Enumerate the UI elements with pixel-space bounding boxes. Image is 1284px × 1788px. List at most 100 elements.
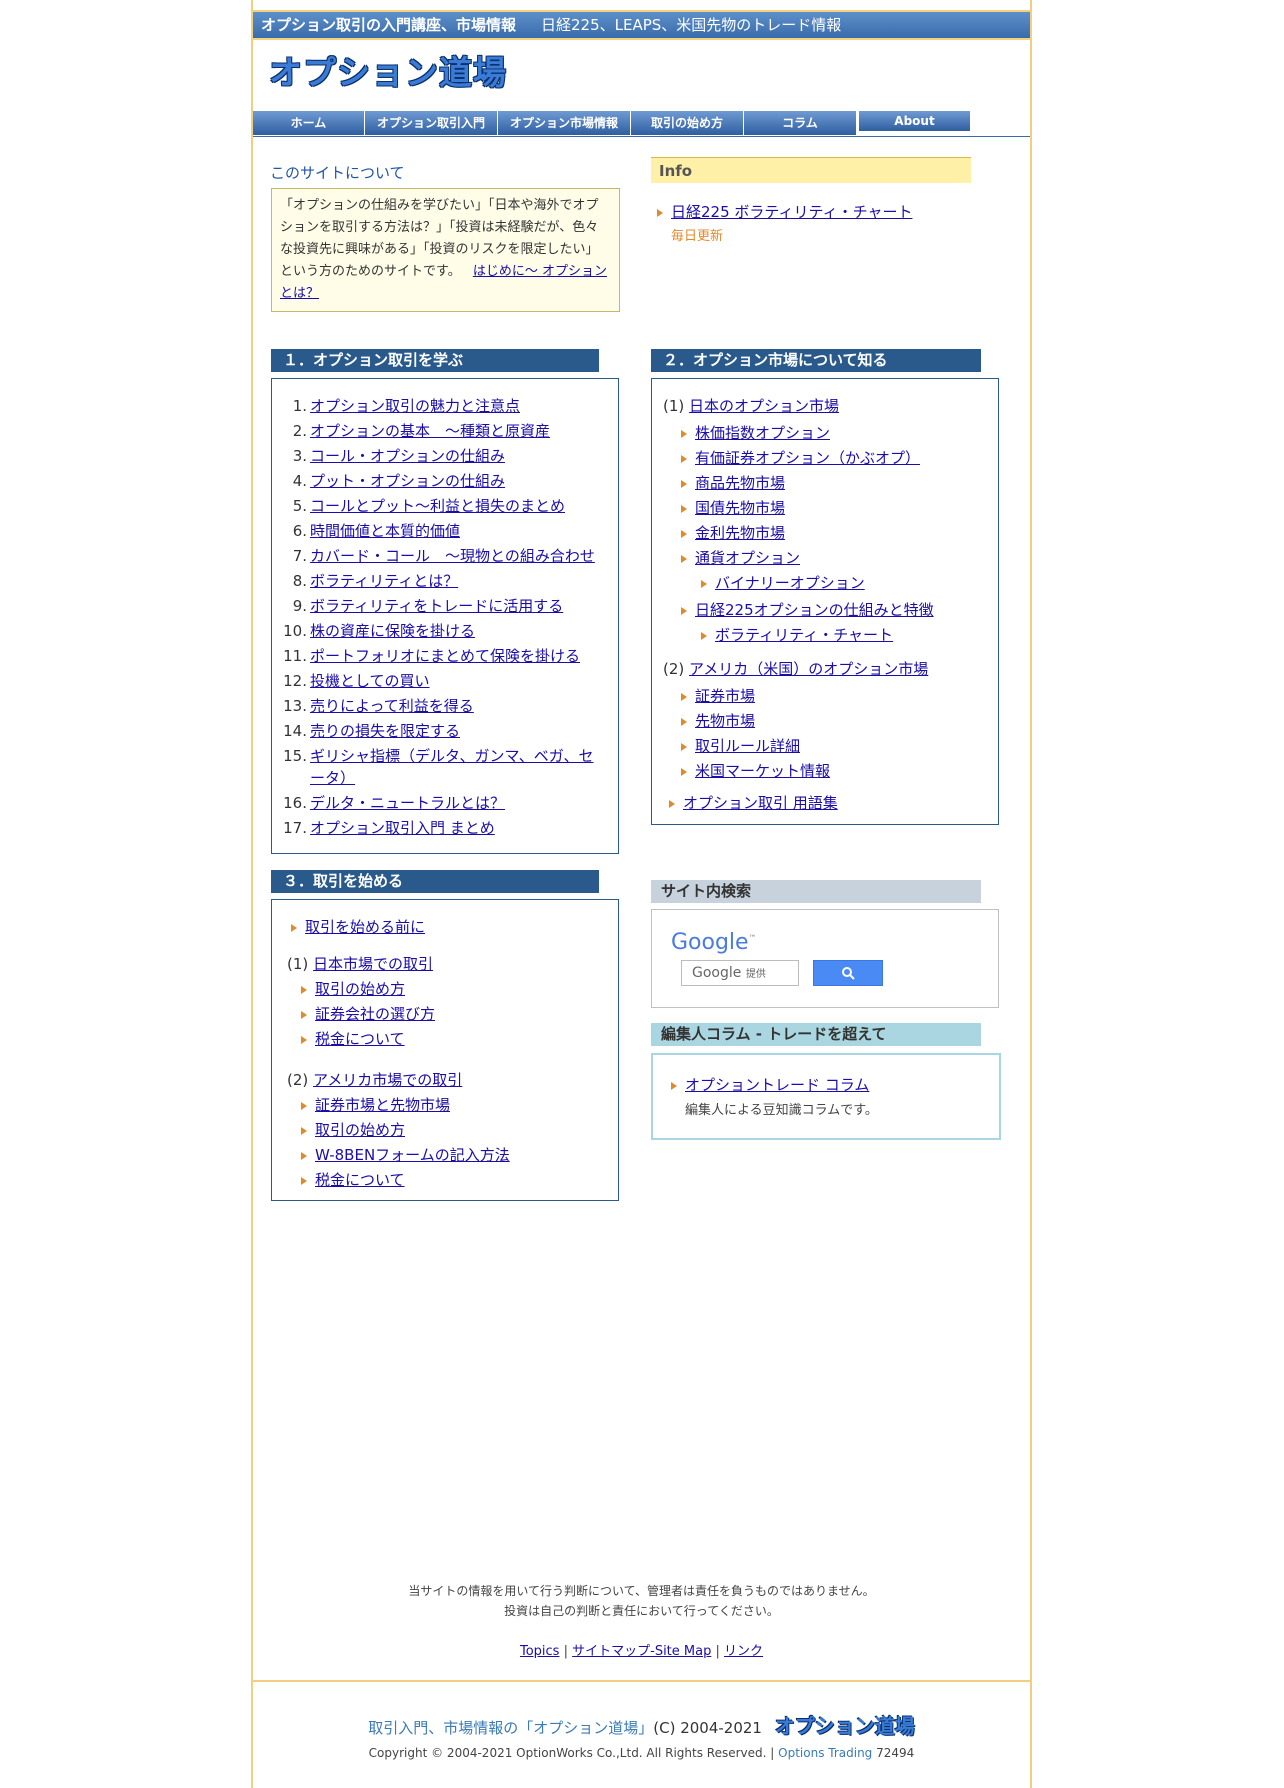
us-market-link[interactable]: アメリカ（米国）のオプション市場 bbox=[689, 660, 928, 678]
before-trading-link[interactable]: 取引を始める前に bbox=[305, 918, 425, 936]
jp-market-item-link[interactable]: 国債先物市場 bbox=[695, 499, 785, 517]
lesson-link[interactable]: 株の資産に保険を掛ける bbox=[310, 622, 475, 640]
vol-chart-link[interactable]: ボラティリティ・チャート bbox=[715, 626, 893, 644]
links-link[interactable]: リンク bbox=[724, 1644, 763, 1659]
arrow-icon bbox=[301, 985, 307, 994]
arrow-icon bbox=[681, 529, 687, 538]
us-market-item-row: 取引ルール詳細 bbox=[681, 735, 800, 756]
footer-logo[interactable]: オプション道場 bbox=[775, 1714, 915, 1738]
arrow-icon bbox=[701, 579, 707, 588]
lesson-number: 12. bbox=[283, 672, 307, 690]
lesson-link[interactable]: コール・オプションの仕組み bbox=[310, 447, 505, 465]
binary-link[interactable]: バイナリーオプション bbox=[715, 574, 865, 592]
us-trade-item-link[interactable]: W-8BENフォームの記入方法 bbox=[315, 1146, 510, 1164]
arrow-icon bbox=[681, 454, 687, 463]
lesson-link[interactable]: ボラティリティをトレードに活用する bbox=[310, 597, 563, 615]
glossary-link[interactable]: オプション取引 用語集 bbox=[683, 794, 838, 812]
jp-market-link[interactable]: 日本のオプション市場 bbox=[689, 397, 839, 415]
lesson-item: 2. オプションの基本 ～種類と原資産 bbox=[283, 420, 550, 441]
nav-home[interactable]: ホーム bbox=[253, 111, 365, 135]
disclaimer-line2: 投資は自己の判断と責任において行ってください。 bbox=[504, 1604, 779, 1618]
jp-trade-item-link[interactable]: 税金について bbox=[315, 1030, 405, 1048]
page-container: オプション取引の入門講座、市場情報 日経225、LEAPS、米国先物のトレード情… bbox=[251, 0, 1032, 1788]
lesson-item: 4. プット・オプションの仕組み bbox=[283, 470, 505, 491]
nav-start[interactable]: 取引の始め方 bbox=[631, 111, 744, 135]
us-trade-item-row: 取引の始め方 bbox=[301, 1119, 405, 1140]
us-trade-link[interactable]: アメリカ市場での取引 bbox=[313, 1071, 462, 1089]
search-icon bbox=[842, 967, 855, 980]
us-trade-item-link[interactable]: 取引の始め方 bbox=[315, 1121, 405, 1139]
arrow-icon bbox=[669, 799, 675, 808]
lesson-link[interactable]: プット・オプションの仕組み bbox=[310, 472, 505, 490]
lesson-item: 6. 時間価値と本質的価値 bbox=[283, 520, 460, 541]
google-logo: Google™ bbox=[671, 930, 757, 955]
rights-text: Copyright © 2004-2021 OptionWorks Co.,Lt… bbox=[368, 1746, 775, 1760]
lesson-item: 13. 売りによって利益を得る bbox=[283, 695, 474, 716]
lesson-link[interactable]: 売りによって利益を得る bbox=[310, 697, 474, 715]
us-market-item-link[interactable]: 先物市場 bbox=[695, 712, 755, 730]
us-market-item-link[interactable]: 米国マーケット情報 bbox=[695, 762, 830, 780]
lesson-link[interactable]: ータ） bbox=[310, 769, 355, 787]
column-box bbox=[651, 1053, 1001, 1140]
jp-market-item-link[interactable]: 商品先物市場 bbox=[695, 474, 785, 492]
lesson-item: 9. ボラティリティをトレードに活用する bbox=[283, 595, 564, 616]
arrow-icon bbox=[301, 1176, 307, 1185]
jp-market-item-link[interactable]: 金利先物市場 bbox=[695, 524, 785, 542]
lesson-number: 9. bbox=[292, 597, 307, 615]
lesson-link[interactable]: ボラティリティとは？ bbox=[310, 572, 458, 590]
nav-column[interactable]: コラム bbox=[744, 111, 857, 135]
nav-intro[interactable]: オプション取引入門 bbox=[365, 111, 498, 135]
sitemap-link[interactable]: サイトマップ-Site Map bbox=[572, 1644, 711, 1659]
options-trading-link[interactable]: Options Trading bbox=[778, 1746, 872, 1760]
us-trade-item-row: 税金について bbox=[301, 1169, 405, 1190]
arrow-icon bbox=[301, 1035, 307, 1044]
jp-trade-item-row: 税金について bbox=[301, 1028, 405, 1049]
lesson-item: 1. オプション取引の魅力と注意点 bbox=[283, 395, 520, 416]
jp-market-item-link[interactable]: 通貨オプション bbox=[695, 549, 800, 567]
lesson-link[interactable]: デルタ・ニュートラルとは？ bbox=[310, 794, 505, 812]
search-input[interactable]: Google 提供 bbox=[681, 960, 799, 986]
volatility-chart-link[interactable]: 日経225 ボラティリティ・チャート bbox=[671, 203, 912, 221]
lesson-link[interactable]: カバード・コール ～現物との組み合わせ bbox=[310, 547, 595, 565]
jp-market-item-link[interactable]: 株価指数オプション bbox=[695, 424, 830, 442]
jp-market-row: (1) 日本のオプション市場 bbox=[663, 395, 839, 416]
jp-trade-item-row: 取引の始め方 bbox=[301, 978, 405, 999]
jp-trade-item-link[interactable]: 証券会社の選び方 bbox=[315, 1005, 435, 1023]
about-box: 「オプションの仕組みを学びたい」「日本や海外でオプションを取引する方法は？」「投… bbox=[271, 188, 620, 312]
lesson-link[interactable]: 投機としての買い bbox=[310, 672, 430, 690]
jp-trade-item-link[interactable]: 取引の始め方 bbox=[315, 980, 405, 998]
nav-about[interactable]: About bbox=[859, 111, 971, 131]
lesson-item: 17. オプション取引入門 まとめ bbox=[283, 817, 495, 838]
jp-market-item-link[interactable]: 有価証券オプション（かぶオプ） bbox=[695, 449, 920, 467]
lesson-link[interactable]: 時間価値と本質的価値 bbox=[310, 522, 460, 540]
us-trade-item-link[interactable]: 証券市場と先物市場 bbox=[315, 1096, 450, 1114]
n225-link[interactable]: 日経225オプションの仕組みと特徴 bbox=[695, 601, 934, 619]
footer-brand-text: 取引入門、市場情報の「オプション道場」 bbox=[368, 1719, 654, 1737]
before-row: 取引を始める前に bbox=[291, 916, 425, 937]
nav-market[interactable]: オプション市場情報 bbox=[498, 111, 631, 135]
arrow-icon bbox=[301, 1101, 307, 1110]
lesson-link[interactable]: 売りの損失を限定する bbox=[310, 722, 460, 740]
lesson-link[interactable]: オプション取引の魅力と注意点 bbox=[310, 397, 520, 415]
lesson-link-continued[interactable]: ータ） bbox=[310, 767, 355, 788]
jp-trade-item-row: 証券会社の選び方 bbox=[301, 1003, 435, 1024]
jp-trade-link[interactable]: 日本市場での取引 bbox=[313, 955, 433, 973]
lesson-link[interactable]: コールとプット～利益と損失のまとめ bbox=[310, 497, 565, 515]
column-link[interactable]: オプショントレード コラム bbox=[685, 1076, 869, 1094]
lesson-item: 11. ポートフォリオにまとめて保険を掛ける bbox=[283, 645, 580, 666]
footer-rights: Copyright © 2004-2021 OptionWorks Co.,Lt… bbox=[253, 1746, 1030, 1760]
us-market-item-link[interactable]: 取引ルール詳細 bbox=[695, 737, 800, 755]
lesson-link[interactable]: ポートフォリオにまとめて保険を掛ける bbox=[310, 647, 580, 665]
lesson-link[interactable]: オプションの基本 ～種類と原資産 bbox=[310, 422, 550, 440]
info-header: Info bbox=[651, 157, 971, 183]
search-button[interactable] bbox=[813, 960, 883, 986]
footer-divider bbox=[253, 1680, 1030, 1682]
us-trade-item-link[interactable]: 税金について bbox=[315, 1171, 405, 1189]
us-market-item-link[interactable]: 証券市場 bbox=[695, 687, 755, 705]
site-logo[interactable]: オプション道場 bbox=[269, 46, 507, 94]
jp-trade-prefix: (1) bbox=[287, 955, 309, 973]
topics-link[interactable]: Topics bbox=[520, 1644, 559, 1659]
us-prefix: (2) bbox=[663, 660, 685, 678]
lesson-link[interactable]: ギリシャ指標（デルタ、ガンマ、ベガ、セ bbox=[310, 747, 594, 765]
lesson-link[interactable]: オプション取引入門 まとめ bbox=[310, 819, 495, 837]
